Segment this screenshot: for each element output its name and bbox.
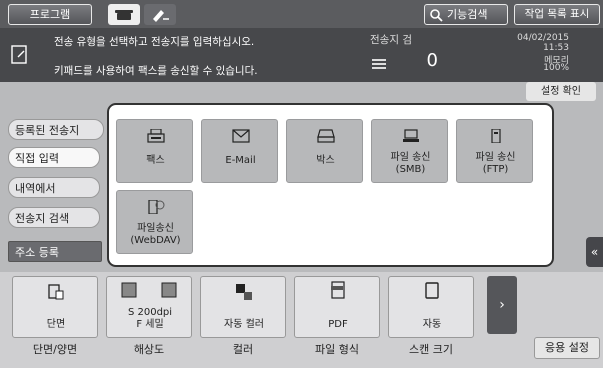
color-value: 자동 컬러 — [224, 319, 264, 330]
resolution-icon — [121, 282, 177, 298]
tile-label: 팩스 — [146, 155, 165, 166]
tile-sublabel: (FTP) — [482, 164, 509, 175]
color-caption: 컬러 — [232, 343, 254, 356]
scan-size-caption: 스캔 크기 — [409, 343, 453, 356]
duplex-button[interactable]: 단면 — [12, 276, 98, 338]
screen: 프로그램 기능검색 작업 목록 표시 전송 유형을 선택하고 전송지를 입력하십… — [0, 0, 603, 368]
job-list-button[interactable]: 작업 목록 표시 — [514, 4, 600, 25]
nav-registered-destination[interactable]: 등록된 전송지 — [8, 119, 104, 140]
tile-smb[interactable]: 파일 송신 (SMB) — [371, 119, 448, 183]
chevron-right-icon: › — [499, 297, 505, 313]
resolution-button[interactable]: S 200dpi F 세밀 — [106, 276, 192, 338]
scan-size-button[interactable]: 자동 — [388, 276, 474, 338]
ftp-icon — [491, 129, 501, 143]
tile-email[interactable]: E-Mail — [201, 119, 278, 183]
destination-count: 0 — [426, 50, 438, 71]
tile-sublabel: (SMB) — [395, 164, 426, 175]
resolution-value-2: F 세밀 — [136, 319, 164, 330]
function-search-label: 기능검색 — [447, 8, 488, 21]
phone-button[interactable] — [108, 4, 140, 25]
top-bar: 프로그램 기능검색 작업 목록 표시 — [0, 0, 603, 28]
date: 04/02/2015 — [517, 33, 569, 43]
time: 11:53 — [543, 43, 569, 53]
message-line-1: 전송 유형을 선택하고 전송지를 입력하십시오. — [54, 36, 255, 48]
next-page-button[interactable]: › — [487, 276, 517, 334]
transmission-type-panel: 팩스 E-Mail 박스 파일 송신 (SMB) 파일 송신 (FTP) 파일송… — [107, 103, 554, 267]
file-type-value: PDF — [328, 319, 348, 330]
box-icon — [317, 129, 335, 143]
phone-icon — [115, 10, 133, 20]
tile-box[interactable]: 박스 — [286, 119, 363, 183]
search-icon — [430, 9, 443, 22]
function-search-button[interactable]: 기능검색 — [424, 4, 508, 25]
tile-ftp[interactable]: 파일 송신 (FTP) — [456, 119, 533, 183]
memory-value: 100% — [543, 63, 569, 73]
page-size-icon — [425, 282, 439, 299]
file-type-caption: 파일 형식 — [315, 343, 359, 356]
pen-button[interactable] — [144, 4, 176, 25]
tile-fax[interactable]: 팩스 — [116, 119, 193, 183]
webdav-icon — [148, 200, 165, 214]
nav-from-history[interactable]: 내역에서 — [8, 177, 100, 198]
confirm-settings-button[interactable]: 설정 확인 — [526, 82, 596, 101]
double-chevron-left-icon: « — [590, 245, 599, 259]
tile-label: 파일 송신 — [475, 152, 516, 163]
nav-address-registration[interactable]: 주소 등록 — [8, 241, 102, 262]
resolution-value: S 200dpi — [127, 307, 173, 318]
tile-label: 박스 — [316, 155, 335, 166]
message-line-2: 키패드를 사용하여 팩스를 송신할 수 있습니다. — [54, 65, 258, 77]
color-button[interactable]: 자동 컬러 — [200, 276, 286, 338]
list-icon — [372, 59, 386, 69]
collapse-panel-button[interactable]: « — [586, 237, 603, 267]
destination-count-label: 전송지 검 — [370, 34, 412, 46]
duplex-value: 단면 — [46, 319, 66, 330]
pdf-icon — [331, 281, 345, 299]
tile-webdav[interactable]: 파일송신 (WebDAV) — [116, 190, 193, 254]
simplex-icon — [48, 284, 64, 300]
document-edit-icon — [11, 45, 27, 64]
file-type-button[interactable]: PDF — [294, 276, 380, 338]
pen-icon — [153, 10, 169, 22]
nav-destination-search[interactable]: 전송지 검색 — [8, 207, 100, 228]
smb-icon — [403, 129, 419, 142]
color-icon — [236, 284, 252, 300]
tile-label: 파일송신 — [137, 223, 174, 234]
advanced-settings-button[interactable]: 응용 설정 — [534, 337, 600, 359]
duplex-caption: 단면/양면 — [32, 343, 78, 356]
program-button[interactable]: 프로그램 — [8, 4, 92, 25]
scan-size-value: 자동 — [422, 319, 442, 330]
tile-label: E-Mail — [225, 155, 256, 166]
tile-sublabel: (WebDAV) — [130, 235, 181, 246]
email-icon — [232, 129, 250, 143]
nav-direct-input[interactable]: 직접 입력 — [8, 147, 100, 168]
message-area: 전송 유형을 선택하고 전송지를 입력하십시오. 키패드를 사용하여 팩스를 송… — [0, 28, 603, 82]
fax-icon — [147, 129, 165, 143]
tile-label: 파일 송신 — [390, 152, 431, 163]
resolution-caption: 해상도 — [133, 343, 165, 356]
